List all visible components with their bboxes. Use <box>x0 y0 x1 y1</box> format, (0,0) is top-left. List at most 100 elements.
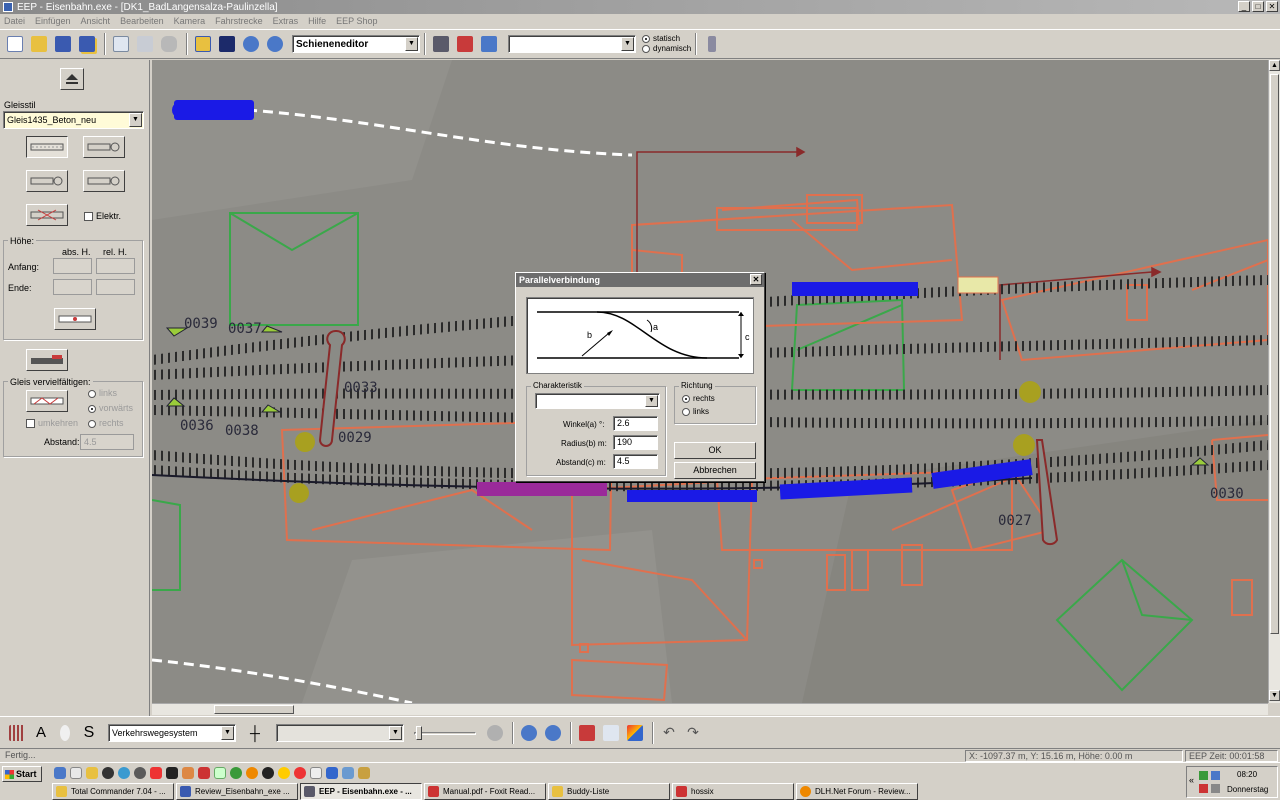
switch-left-button[interactable] <box>26 170 68 192</box>
radius-input[interactable]: 190 <box>613 435 658 450</box>
open-file-button[interactable] <box>28 33 50 55</box>
save-as-button[interactable] <box>76 33 98 55</box>
task-review-doc[interactable]: Review_Eisenbahn_exe ... <box>176 783 298 800</box>
radio-rechts[interactable] <box>88 419 96 428</box>
menu-datei[interactable]: Datei <box>4 16 25 26</box>
radio-vorwaerts[interactable] <box>88 404 96 413</box>
cross-track-button[interactable] <box>26 204 68 226</box>
tray-clock[interactable]: 08:20 <box>1237 770 1257 779</box>
tray-app-icon[interactable] <box>1211 771 1220 780</box>
text-tool-button[interactable]: A <box>30 722 52 744</box>
horizontal-scrollbar[interactable] <box>152 703 1268 715</box>
elektr-checkbox[interactable]: Elektr. <box>84 211 121 222</box>
zoom-in-button[interactable] <box>240 33 262 55</box>
menu-einfuegen[interactable]: Einfügen <box>35 16 71 26</box>
straight-track-button[interactable] <box>26 136 68 158</box>
redo-button[interactable]: ↷ <box>682 722 704 744</box>
radio-dynamic[interactable] <box>642 44 650 53</box>
signal-button[interactable] <box>454 33 476 55</box>
mode-static-option[interactable]: statisch <box>642 34 691 44</box>
task-hossix[interactable]: hossix <box>672 783 794 800</box>
vertical-scrollbar[interactable]: ▲ ▼ <box>1268 60 1280 703</box>
quicklaunch-globe-icon[interactable] <box>118 767 130 779</box>
minimize-button[interactable]: _ <box>1238 1 1250 12</box>
zoom-out-button[interactable] <box>264 33 286 55</box>
quicklaunch-browser-icon[interactable] <box>54 767 66 779</box>
chevron-down-icon[interactable]: ▼ <box>389 725 402 740</box>
menu-fahrstrecke[interactable]: Fahrstrecke <box>215 16 263 26</box>
quicklaunch-app-icon[interactable] <box>134 767 146 779</box>
object-button[interactable] <box>624 722 646 744</box>
map-button[interactable] <box>192 33 214 55</box>
screen-button[interactable] <box>110 33 132 55</box>
light-button[interactable] <box>54 722 76 744</box>
undo-button[interactable]: ↶ <box>658 722 680 744</box>
rotate-button[interactable] <box>484 722 506 744</box>
network-button[interactable] <box>478 33 500 55</box>
quicklaunch-fire-icon[interactable] <box>246 767 258 779</box>
task-foxit[interactable]: Manual.pdf - Foxit Read... <box>424 783 546 800</box>
anfang-rel-field[interactable] <box>96 258 135 274</box>
scroll-down-arrow[interactable]: ▼ <box>1269 690 1280 701</box>
quicklaunch-folder-icon[interactable] <box>358 767 370 779</box>
mode-dynamic-option[interactable]: dynamisch <box>642 44 691 54</box>
option-rechts[interactable]: rechts <box>88 418 124 428</box>
chevron-down-icon[interactable]: ▼ <box>129 113 142 127</box>
menu-kamera[interactable]: Kamera <box>174 16 206 26</box>
quicklaunch-ip-icon[interactable] <box>166 767 178 779</box>
tray-volume-icon[interactable] <box>1211 784 1220 793</box>
chevron-down-icon[interactable]: ▼ <box>621 37 634 51</box>
zoom-in-bottom-button[interactable] <box>542 722 564 744</box>
scroll-up-arrow[interactable]: ▲ <box>1269 60 1280 71</box>
tray-network-icon[interactable] <box>1199 771 1208 780</box>
quicklaunch-sun-icon[interactable] <box>278 767 290 779</box>
search-select[interactable]: ▼ <box>508 35 636 53</box>
vertical-scroll-thumb[interactable] <box>1270 74 1279 634</box>
quicklaunch-target-icon[interactable] <box>294 767 306 779</box>
anfang-abs-field[interactable] <box>53 258 92 274</box>
ende-abs-field[interactable] <box>53 279 92 295</box>
option-vorwaerts[interactable]: vorwärts <box>88 403 133 413</box>
start-button[interactable]: Start <box>2 766 42 782</box>
dialog-close-button[interactable]: ✕ <box>750 274 762 285</box>
chevron-down-icon[interactable]: ▼ <box>645 395 658 407</box>
height-slider[interactable] <box>414 724 476 742</box>
quicklaunch-pc-icon[interactable] <box>342 767 354 779</box>
ende-rel-field[interactable] <box>96 279 135 295</box>
tools-button[interactable] <box>701 33 723 55</box>
quicklaunch-star-icon[interactable] <box>150 767 162 779</box>
task-dlh-forum[interactable]: DLH.Net Forum - Review... <box>796 783 918 800</box>
editor-select[interactable]: Schieneneditor ▼ <box>292 35 420 53</box>
height-apply-button[interactable] <box>54 308 96 330</box>
pointer-button[interactable] <box>158 33 180 55</box>
richtung-links-option[interactable]: links <box>682 407 709 416</box>
umkehren-check[interactable] <box>26 419 35 429</box>
quicklaunch-edit-icon[interactable] <box>70 767 82 779</box>
horizontal-scroll-thumb[interactable] <box>214 705 294 714</box>
new-file-button[interactable] <box>4 33 26 55</box>
window-button[interactable] <box>134 33 156 55</box>
chevron-down-icon[interactable]: ▼ <box>221 725 234 740</box>
radio-richtung-links[interactable] <box>682 407 690 416</box>
tray-security-icon[interactable] <box>1199 784 1208 793</box>
menu-ansicht[interactable]: Ansicht <box>81 16 111 26</box>
abstand-input[interactable]: 4.5 <box>613 454 658 469</box>
option-links[interactable]: links <box>88 388 117 398</box>
task-buddy-list[interactable]: Buddy-Liste <box>548 783 670 800</box>
zoom-out-bottom-button[interactable] <box>518 722 540 744</box>
menu-eep-shop[interactable]: EEP Shop <box>336 16 377 26</box>
task-eep[interactable]: EEP - Eisenbahn.exe - ... <box>300 783 422 800</box>
quicklaunch-sheet-icon[interactable] <box>310 767 322 779</box>
cancel-button[interactable]: Abbrechen <box>674 462 756 479</box>
track-copy-button[interactable] <box>26 349 68 371</box>
curve-tool-button[interactable]: S <box>78 722 100 744</box>
radio-links[interactable] <box>88 389 96 398</box>
object-select[interactable]: ▼ <box>276 723 404 742</box>
menu-bearbeiten[interactable]: Bearbeiten <box>120 16 164 26</box>
charakteristik-select[interactable]: ▼ <box>535 393 660 409</box>
train-button[interactable] <box>430 33 452 55</box>
save-button[interactable] <box>52 33 74 55</box>
close-button[interactable]: ✕ <box>1266 1 1278 12</box>
quicklaunch-gallery-icon[interactable] <box>182 767 194 779</box>
eject-button[interactable] <box>60 68 84 90</box>
